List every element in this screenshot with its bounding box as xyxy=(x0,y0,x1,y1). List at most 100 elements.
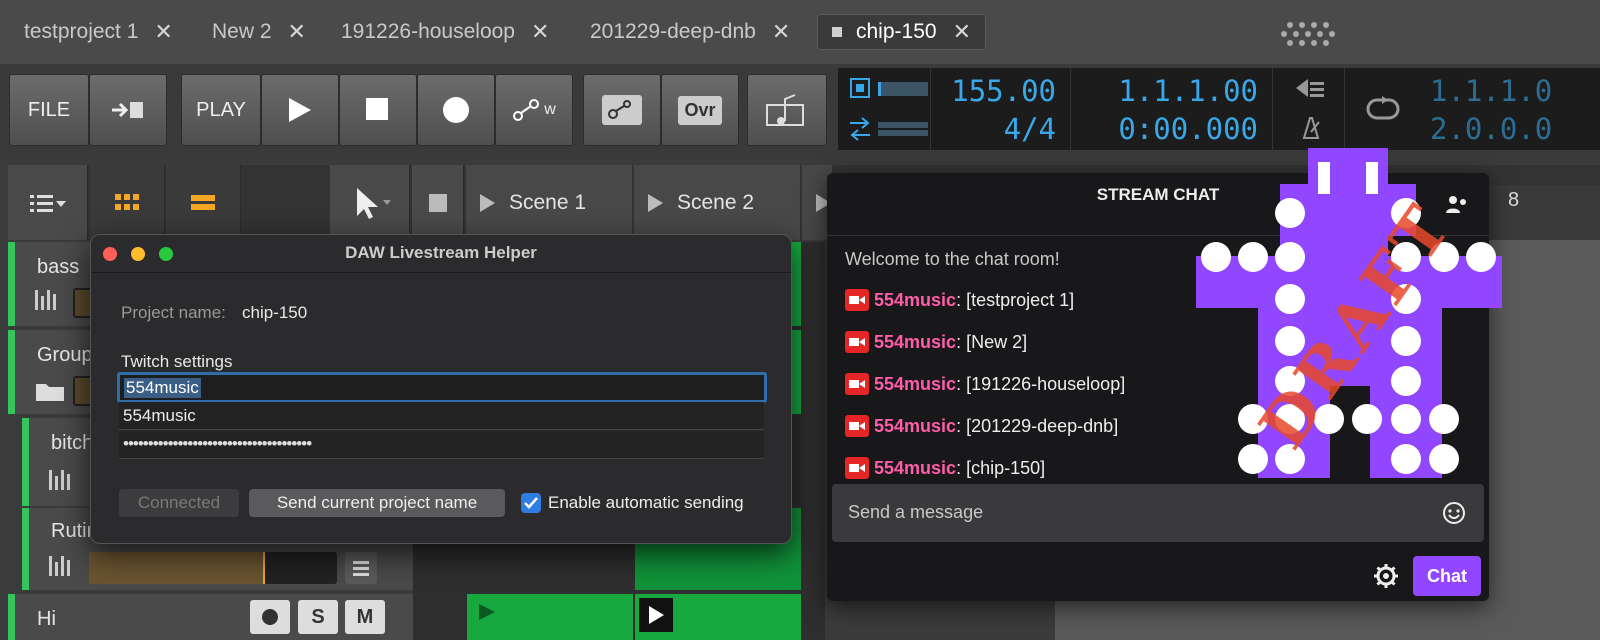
check-icon xyxy=(524,497,538,509)
close-icon[interactable]: ✕ xyxy=(531,19,549,45)
clip-automation-button[interactable] xyxy=(583,74,661,146)
chat-input[interactable]: Send a message xyxy=(832,484,1484,542)
track-menu-button[interactable] xyxy=(8,165,88,240)
instrument-icon xyxy=(49,468,75,497)
livestream-helper-dialog: DAW Livestream Helper Project name: chip… xyxy=(90,234,792,544)
list-menu-icon xyxy=(29,194,66,212)
scene-play-icon[interactable] xyxy=(480,193,495,212)
position-time-display[interactable]: 0:00.000 xyxy=(1078,112,1258,146)
chat-message: 554music: [testproject 1] xyxy=(845,289,1074,311)
twitch-settings-heading: Twitch settings xyxy=(121,352,233,371)
clip-slot[interactable] xyxy=(635,594,801,640)
twitch-token-value: •••••••••••••••••••••••••••••••••••••• xyxy=(123,434,312,453)
tempo-display[interactable]: 155.00 xyxy=(938,74,1056,108)
clip-playing-icon xyxy=(649,606,664,624)
instrument-icon xyxy=(35,288,61,317)
chat-text: : [191226-houseloop] xyxy=(956,373,1126,394)
scene-label: Scene 2 xyxy=(677,190,755,214)
record-button[interactable] xyxy=(417,74,495,146)
metronome-clip-button[interactable] xyxy=(747,74,827,146)
close-icon[interactable]: ✕ xyxy=(772,19,790,45)
tab-new-2[interactable]: New 2 ✕ xyxy=(212,14,306,50)
project-name-value: chip-150 xyxy=(242,303,308,322)
clip-launcher-icon xyxy=(766,94,804,126)
mute-button[interactable]: M xyxy=(345,600,385,634)
camera-icon xyxy=(845,331,869,353)
twitch-token-field[interactable]: •••••••••••••••••••••••••••••••••••••• xyxy=(119,431,764,459)
grid-view-button[interactable] xyxy=(90,165,165,240)
tab-chip-150[interactable]: chip-150 ✕ xyxy=(817,14,986,50)
active-tab-indicator xyxy=(832,27,842,37)
volume-fader[interactable] xyxy=(89,552,337,584)
twitch-channel-field[interactable]: 554music xyxy=(119,402,764,430)
twitch-channel-value: 554music xyxy=(123,406,196,425)
connected-button[interactable]: Connected xyxy=(119,489,239,517)
track-menu-button[interactable] xyxy=(345,552,377,584)
automation-icon xyxy=(513,99,540,121)
stop-button[interactable] xyxy=(339,74,417,146)
chat-send-button[interactable]: Chat xyxy=(1413,556,1481,596)
solo-button[interactable]: S xyxy=(298,600,338,634)
tab-label: 191226-houseloop xyxy=(341,20,515,43)
chat-settings-icon[interactable] xyxy=(1373,563,1399,594)
folder-icon xyxy=(35,380,65,407)
time-signature-display[interactable]: 4/4 xyxy=(938,112,1056,146)
play-icon xyxy=(289,98,311,122)
tab-201229-deep-dnb[interactable]: 201229-deep-dnb ✕ xyxy=(590,14,790,50)
chat-username[interactable]: 554music xyxy=(874,416,956,437)
close-icon[interactable]: ✕ xyxy=(154,19,172,45)
overdub-button[interactable]: Ovr xyxy=(661,74,739,146)
close-icon[interactable]: ✕ xyxy=(953,19,971,45)
chat-username[interactable]: 554music xyxy=(874,374,956,395)
clip-slot[interactable] xyxy=(467,594,633,640)
file-button[interactable]: FILE xyxy=(9,74,89,146)
chat-message: 554music: [chip-150] xyxy=(845,457,1045,479)
position-bars-display[interactable]: 1.1.1.00 xyxy=(1078,74,1258,108)
metronome-icon[interactable] xyxy=(1298,116,1324,145)
auto-send-checkbox[interactable] xyxy=(521,493,541,513)
auto-send-label[interactable]: Enable automatic sending xyxy=(548,493,744,513)
scene-1[interactable]: Scene 1 xyxy=(466,165,632,240)
scene-label: Scene 1 xyxy=(509,190,587,214)
instrument-icon xyxy=(49,554,75,583)
send-project-name-button[interactable]: Send current project name xyxy=(249,489,505,517)
loop-start-display[interactable]: 1.1.1.0 xyxy=(1430,74,1600,108)
scene-2[interactable]: Scene 2 xyxy=(634,165,800,240)
tab-testproject-1[interactable]: testproject 1 ✕ xyxy=(24,14,173,50)
stop-all-clips-button[interactable] xyxy=(412,165,464,240)
export-button[interactable] xyxy=(89,74,167,146)
record-arm-button[interactable] xyxy=(250,600,290,634)
record-icon xyxy=(262,609,278,625)
twitch-username-field[interactable]: 554music xyxy=(117,372,767,403)
track-name: Hi xyxy=(37,608,56,630)
tab-191226-houseloop[interactable]: 191226-houseloop ✕ xyxy=(341,14,549,50)
chat-username[interactable]: 554music xyxy=(874,332,956,353)
close-icon[interactable]: ✕ xyxy=(288,19,306,45)
automation-write-button[interactable]: w xyxy=(495,74,573,146)
sync-meter-icon xyxy=(848,116,932,147)
hamburger-icon xyxy=(353,561,369,576)
ruler-bar-number: 8 xyxy=(1508,189,1520,211)
loop-icon[interactable] xyxy=(1364,94,1404,129)
emoji-icon[interactable] xyxy=(1442,501,1466,530)
tab-label: 201229-deep-dnb xyxy=(590,20,756,43)
record-icon xyxy=(443,97,469,123)
pointer-tool-button[interactable] xyxy=(330,165,410,240)
play-mode-button[interactable]: PLAY xyxy=(181,74,261,146)
app-grid-icon[interactable] xyxy=(1280,20,1340,51)
track-hi[interactable]: Hi S M xyxy=(8,594,413,640)
chat-username[interactable]: 554music xyxy=(874,290,956,311)
play-button[interactable] xyxy=(261,74,339,146)
camera-icon xyxy=(845,457,869,479)
loop-end-display[interactable]: 2.0.0.0 xyxy=(1430,112,1600,146)
tab-label: New 2 xyxy=(212,20,272,43)
chat-text: : [New 2] xyxy=(956,331,1028,352)
list-view-button[interactable] xyxy=(166,165,241,240)
tab-label: chip-150 xyxy=(856,20,937,43)
chat-message: 554music: [201229-deep-dnb] xyxy=(845,415,1118,437)
pre-roll-icon[interactable] xyxy=(1292,76,1328,111)
scene-play-icon[interactable] xyxy=(648,193,663,212)
chat-username[interactable]: 554music xyxy=(874,458,956,479)
channel-logo: DRAFT xyxy=(1196,148,1506,480)
chat-text: : [testproject 1] xyxy=(956,289,1075,310)
